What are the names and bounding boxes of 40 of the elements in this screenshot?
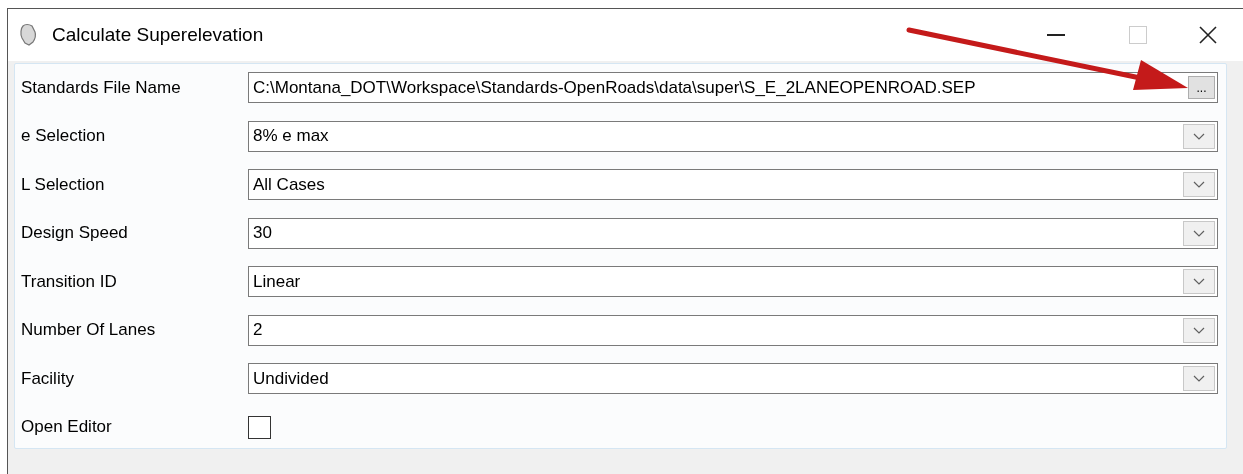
- field-label: Open Editor: [21, 416, 113, 439]
- dropdown[interactable]: 30: [248, 217, 1218, 249]
- dropdown[interactable]: All Cases: [248, 169, 1218, 200]
- dropdown[interactable]: Undivided: [248, 363, 1218, 394]
- chevron-down-icon: [1193, 181, 1205, 188]
- field-label: Number Of Lanes: [21, 319, 157, 342]
- dropdown-value: Linear: [253, 270, 302, 293]
- chevron-down-icon: [1193, 326, 1205, 334]
- field-label: L Selection: [21, 173, 106, 196]
- chevron-down-icon: [1193, 278, 1205, 285]
- dropdown-value: All Cases: [253, 173, 326, 196]
- field-label: Transition ID: [21, 270, 118, 293]
- close-icon: [1198, 25, 1218, 45]
- field-label: Standards File Name: [21, 76, 182, 99]
- checkbox[interactable]: [248, 415, 271, 439]
- chevron-down-icon: [1193, 132, 1205, 140]
- field-label: Facility: [21, 367, 75, 390]
- browse-button[interactable]: ...: [1188, 76, 1215, 99]
- dropdown-button[interactable]: [1183, 366, 1215, 391]
- dropdown-button[interactable]: [1183, 317, 1215, 343]
- dropdown[interactable]: 8% e max: [248, 120, 1218, 152]
- dropdown-value: 2: [253, 319, 264, 342]
- field-label: Design Speed: [21, 222, 129, 245]
- dropdown-value: 8% e max: [253, 125, 330, 148]
- dropdown[interactable]: Linear: [248, 266, 1218, 297]
- dropdown-button[interactable]: [1183, 220, 1215, 246]
- dropdown-value: Undivided: [253, 367, 330, 390]
- chevron-down-icon: [1193, 375, 1205, 382]
- chevron-down-icon: [1193, 229, 1205, 237]
- field-label: e Selection: [21, 125, 107, 148]
- dropdown-button[interactable]: [1183, 172, 1215, 197]
- dropdown-button[interactable]: [1183, 123, 1215, 149]
- dropdown-value: 30: [253, 222, 273, 245]
- dropdown[interactable]: 2: [248, 314, 1218, 346]
- minimize-icon: [1047, 34, 1065, 36]
- window-title: Calculate Superelevation: [52, 22, 264, 47]
- file-path-field[interactable]: C:\Montana_DOT\Workspace\Standards-OpenRoads\data\super\S_E_2LANEOPENROAD.SEP ...: [248, 72, 1218, 103]
- hand-icon: [18, 23, 38, 47]
- file-path-text: C:\Montana_DOT\Workspace\Standards-OpenRoads\data\super\S_E_2LANEOPENROAD.SEP: [253, 76, 977, 99]
- dropdown-button[interactable]: [1183, 269, 1215, 294]
